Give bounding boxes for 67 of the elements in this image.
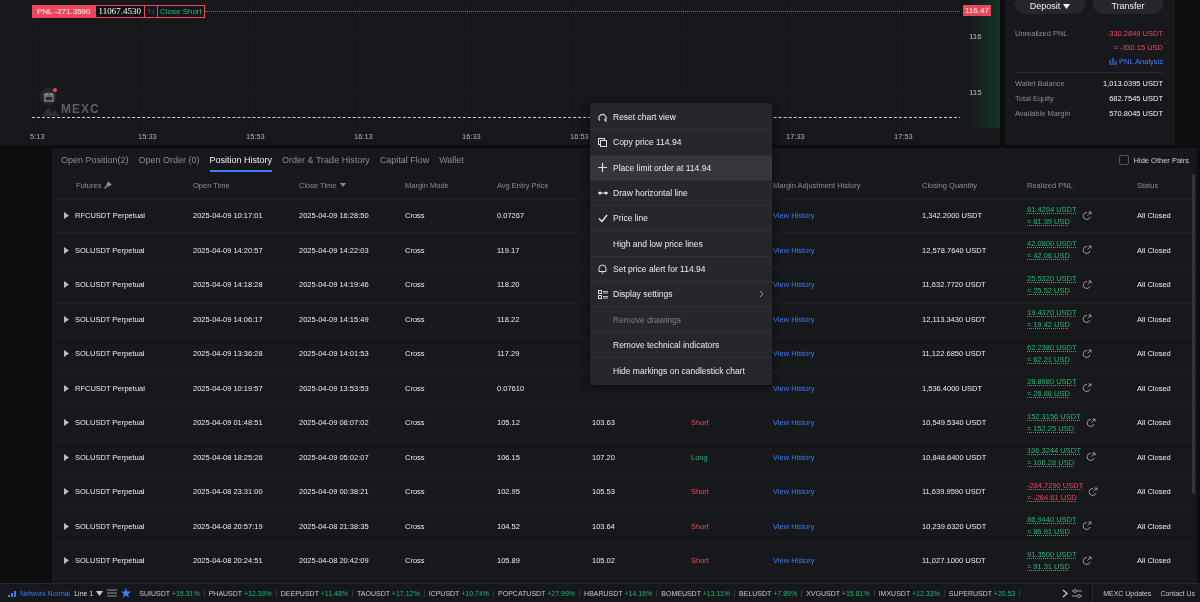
star-icon[interactable]: [121, 588, 132, 598]
tab[interactable]: Open Position(2): [61, 148, 129, 172]
chart-icon: [1109, 57, 1118, 65]
share-icon[interactable]: [1081, 314, 1092, 325]
share-icon[interactable]: [1081, 210, 1092, 221]
price-label: 115: [969, 88, 982, 97]
expand-icon[interactable]: [64, 212, 69, 220]
caret-icon: [1063, 3, 1071, 9]
chevron-right-icon: [759, 290, 764, 299]
expand-icon[interactable]: [64, 281, 69, 289]
share-icon[interactable]: [1081, 383, 1092, 394]
watermark-logo: MEXC: [42, 102, 100, 116]
menu-item[interactable]: Remove technical indicators: [590, 332, 772, 358]
expand-icon[interactable]: [64, 350, 69, 358]
expand-icon[interactable]: [64, 384, 69, 392]
share-icon[interactable]: [1085, 417, 1096, 428]
calendar-icon: [43, 91, 54, 102]
transfer-button[interactable]: Transfer: [1093, 0, 1163, 14]
tab[interactable]: Position History: [209, 148, 273, 172]
expand-icon[interactable]: [64, 488, 69, 496]
settings-icon: [598, 289, 608, 299]
close-short-button[interactable]: Close Short: [157, 5, 205, 18]
caret-icon: [96, 590, 104, 596]
menu-item[interactable]: Reset chart view: [590, 105, 772, 131]
expand-icon[interactable]: [64, 419, 69, 427]
chevron-right-icon[interactable]: [1062, 588, 1069, 598]
menu-item[interactable]: Place limit order at 114.94: [590, 155, 772, 181]
signal-icon: [8, 589, 18, 597]
price-tag: 116.47: [963, 5, 991, 16]
expand-icon[interactable]: [64, 453, 69, 461]
tab[interactable]: Open Order (0): [138, 148, 200, 172]
pnl-tag: PNL -271.3590: [32, 5, 96, 18]
share-icon[interactable]: [1088, 486, 1099, 497]
share-icon[interactable]: [1081, 555, 1092, 566]
price-label: 116: [969, 32, 982, 41]
share-icon[interactable]: [1085, 452, 1096, 463]
tab[interactable]: Wallet: [439, 148, 464, 172]
expand-icon[interactable]: [64, 522, 69, 530]
bell-icon: [598, 263, 607, 274]
sliders-icon[interactable]: [1072, 588, 1083, 598]
tab[interactable]: Capital Flow: [379, 148, 430, 172]
calendar-button[interactable]: [40, 88, 57, 105]
menu-item[interactable]: High and low price lines: [590, 231, 772, 257]
tab[interactable]: Order & Trade History: [282, 148, 370, 172]
expand-icon[interactable]: [64, 315, 69, 323]
horizontal-line-icon: [598, 191, 608, 196]
pin-icon[interactable]: [104, 181, 113, 189]
copy-icon: [598, 137, 607, 147]
menu-item[interactable]: Hide markings on candlestick chart: [590, 357, 772, 384]
share-icon[interactable]: [1081, 521, 1092, 532]
plus-icon: [598, 163, 607, 173]
menu-item[interactable]: Draw horizontal line: [590, 180, 772, 207]
share-icon[interactable]: [1081, 245, 1092, 256]
expand-icon[interactable]: [64, 246, 69, 254]
menu-item[interactable]: Price line: [590, 206, 772, 232]
check-icon: [598, 213, 608, 223]
share-icon[interactable]: [1081, 348, 1092, 359]
position-price: 11067.4530: [95, 5, 145, 18]
share-icon[interactable]: [1081, 279, 1092, 290]
expand-icon[interactable]: [64, 557, 69, 565]
sort-icon[interactable]: [339, 183, 346, 187]
menu-icon[interactable]: [107, 589, 118, 597]
menu-item[interactable]: Copy price 114.94: [590, 130, 772, 156]
menu-item[interactable]: Display settings: [590, 282, 772, 308]
reset-icon: [598, 112, 607, 122]
deposit-button[interactable]: Deposit: [1015, 0, 1085, 14]
menu-item[interactable]: Set price alert for 114.94: [590, 256, 772, 283]
